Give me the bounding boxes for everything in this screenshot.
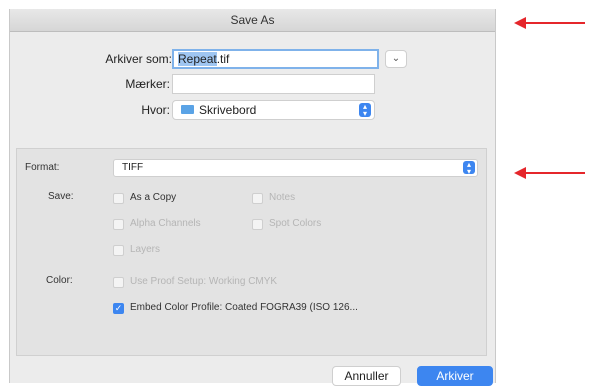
format-stepper-icon: ▴ ▾ [463, 161, 475, 176]
use-proof-setup-checkbox[interactable] [113, 277, 124, 288]
save-label: Save: [48, 191, 74, 202]
layers-checkbox[interactable] [113, 245, 124, 256]
arrow-head-icon [514, 17, 526, 29]
format-popup[interactable]: TIFF ▴ ▾ [113, 159, 478, 177]
notes-checkbox[interactable] [252, 193, 263, 204]
popup-stepper-icon: ▴ ▾ [359, 103, 371, 118]
file-section: Arkiver som: Repeat.tif ⌄ Mærker: Hvor: … [10, 32, 495, 144]
arrow-head-icon [514, 167, 526, 179]
checkmark-icon: ✓ [114, 303, 123, 313]
embed-color-profile-label: Embed Color Profile: Coated FOGRA39 (ISO… [130, 302, 358, 313]
arrow-shaft [525, 172, 585, 174]
where-value: Skrivebord [199, 103, 257, 117]
chevron-down-icon: ⌄ [391, 53, 401, 64]
filename-extension: .tif [216, 52, 230, 66]
spot-colors-checkbox[interactable] [252, 219, 263, 230]
notes-label: Notes [269, 192, 296, 203]
format-label: Format: [25, 162, 60, 173]
as-a-copy-checkbox[interactable] [113, 193, 124, 204]
where-popup[interactable]: Skrivebord ▴ ▾ [172, 100, 375, 120]
expand-dialog-button[interactable]: ⌄ [385, 50, 407, 68]
filename-selected-text: Repeat [178, 52, 217, 66]
save-as-dialog: Save As Arkiver som: Repeat.tif ⌄ Mærker… [9, 9, 496, 386]
where-label: Hvor: [141, 103, 170, 117]
save-button[interactable]: Arkiver [417, 366, 493, 386]
layers-label: Layers [130, 244, 161, 255]
alpha-channels-label: Alpha Channels [130, 218, 201, 229]
tags-label: Mærker: [125, 77, 170, 91]
format-options-panel: Format: TIFF ▴ ▾ Save: As a Copy Notes Al… [16, 148, 487, 356]
name-label: Arkiver som: [105, 52, 172, 66]
arrow-shaft [525, 22, 585, 24]
as-a-copy-label: As a Copy [130, 192, 177, 203]
cancel-button[interactable]: Annuller [332, 366, 401, 386]
dialog-title: Save As [10, 9, 495, 32]
format-value: TIFF [122, 162, 144, 173]
use-proof-setup-label: Use Proof Setup: Working CMYK [130, 276, 278, 287]
color-label: Color: [46, 275, 73, 286]
folder-icon [181, 105, 194, 115]
tags-input[interactable] [172, 74, 375, 94]
embed-color-profile-checkbox[interactable]: ✓ [113, 303, 124, 314]
alpha-channels-checkbox[interactable] [113, 219, 124, 230]
filename-input[interactable]: Repeat.tif [172, 49, 379, 69]
spot-colors-label: Spot Colors [269, 218, 322, 229]
